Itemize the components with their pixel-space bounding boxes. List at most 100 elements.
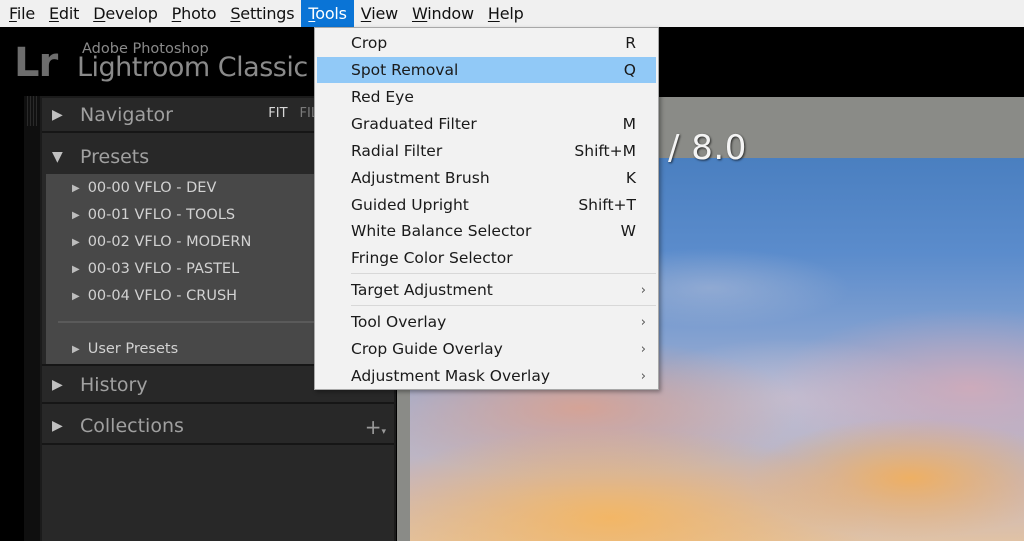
preset-folder[interactable]: ▶ 00-04 VFLO - CRUSH [72, 284, 237, 308]
expand-triangle-icon: ▶ [52, 418, 63, 434]
menu-label: indow [427, 4, 474, 23]
menu-label: ile [16, 4, 35, 23]
plus-glyph: + [364, 415, 382, 439]
user-presets-folder[interactable]: ▶ User Presets [72, 337, 178, 361]
menu-item-shortcut: R [625, 34, 636, 52]
collections-header[interactable]: ▶ Collections +▾ [42, 409, 394, 443]
menu-item-label: White Balance Selector [351, 222, 532, 240]
panel-resize-handle[interactable] [24, 96, 40, 541]
logo-product-name: Lightroom Classic [77, 52, 308, 83]
menu-label: ettings [240, 4, 295, 23]
expand-triangle-icon: ▶ [72, 290, 80, 302]
menu-accel: H [487, 4, 500, 23]
menu-item-radial-filter[interactable]: Radial Filter Shift+M [317, 138, 656, 164]
menu-item-label: Crop Guide Overlay [351, 340, 503, 358]
menu-item-shortcut: Shift+T [578, 196, 636, 214]
preset-folder[interactable]: ▶ 00-01 VFLO - TOOLS [72, 203, 235, 227]
expand-triangle-icon: ▶ [72, 236, 80, 248]
section-divider [42, 443, 394, 445]
preset-folder[interactable]: ▶ 00-02 VFLO - MODERN [72, 230, 251, 254]
menu-develop[interactable]: Develop [86, 0, 164, 27]
submenu-chevron-icon: › [640, 368, 646, 384]
menu-label: evelop [105, 4, 158, 23]
menu-label: hoto [181, 4, 217, 23]
expand-triangle-icon: ▶ [72, 263, 80, 275]
menu-item-label: Fringe Color Selector [351, 249, 513, 267]
menu-item-shortcut: K [625, 169, 636, 187]
preset-folder[interactable]: ▶ 00-00 VFLO - DEV [72, 176, 216, 200]
history-title: History [80, 374, 148, 396]
menu-item-shortcut: W [620, 222, 636, 240]
section-divider [42, 402, 394, 404]
menu-edit[interactable]: Edit [42, 0, 86, 27]
menu-separator [351, 273, 656, 274]
menu-item-label: Target Adjustment [351, 281, 493, 299]
menu-label: dit [58, 4, 80, 23]
menu-item-adjustment-brush[interactable]: Adjustment Brush K [317, 165, 656, 191]
menu-item-tool-overlay[interactable]: Tool Overlay › [317, 309, 656, 335]
menubar-divider [0, 27, 292, 30]
user-presets-label: User Presets [87, 341, 179, 357]
menu-label: ools [315, 4, 347, 23]
submenu-chevron-icon: › [640, 314, 646, 330]
menu-item-label: Crop [351, 34, 388, 52]
zoom-fit[interactable]: FIT [268, 106, 287, 121]
preset-folder[interactable]: ▶ 00-03 VFLO - PASTEL [72, 257, 239, 281]
expand-triangle-icon: ▶ [72, 343, 80, 355]
menu-item-crop[interactable]: Crop R [317, 30, 656, 56]
menu-item-label: Tool Overlay [351, 313, 447, 331]
expand-triangle-icon: ▶ [72, 182, 80, 194]
expand-triangle-icon: ▶ [52, 107, 63, 123]
preset-folder-label: 00-03 VFLO - PASTEL [87, 261, 240, 277]
menu-item-label: Spot Removal [351, 61, 459, 79]
menu-separator [351, 305, 656, 306]
menu-item-label: Red Eye [351, 88, 414, 106]
menu-item-guided-upright[interactable]: Guided Upright Shift+T [317, 192, 656, 218]
menu-item-adjustment-mask-overlay[interactable]: Adjustment Mask Overlay › [317, 363, 656, 389]
menu-settings[interactable]: Settings [223, 0, 301, 27]
expand-triangle-icon: ▶ [72, 209, 80, 221]
lightroom-logo-icon: Lr [14, 40, 58, 86]
menu-item-shortcut: M [622, 115, 636, 133]
tools-menu: Crop R Spot Removal Q Red Eye Graduated … [314, 27, 659, 390]
submenu-chevron-icon: › [640, 282, 646, 298]
menu-item-spot-removal[interactable]: Spot Removal Q [317, 57, 656, 83]
submenu-chevron-icon: › [640, 341, 646, 357]
dropdown-caret-icon: ▾ [381, 427, 386, 437]
menu-item-fringe-color-selector[interactable]: Fringe Color Selector [317, 245, 656, 271]
preset-folder-label: 00-02 VFLO - MODERN [87, 234, 252, 250]
menu-accel: W [411, 4, 428, 23]
menu-item-label: Adjustment Brush [351, 169, 490, 187]
presets-title: Presets [80, 146, 150, 168]
menu-item-graduated-filter[interactable]: Graduated Filter M [317, 111, 656, 137]
menu-accel: P [171, 4, 182, 23]
menu-item-label: Graduated Filter [351, 115, 477, 133]
menu-item-target-adjustment[interactable]: Target Adjustment › [317, 277, 656, 303]
menu-item-shortcut: Q [623, 61, 636, 79]
menu-accel: F [9, 4, 17, 23]
menu-label: iew [371, 4, 398, 23]
menu-file[interactable]: File [2, 0, 42, 27]
menu-accel: S [230, 4, 241, 23]
menu-help[interactable]: Help [481, 0, 531, 27]
preset-folder-label: 00-01 VFLO - TOOLS [87, 207, 236, 223]
menu-photo[interactable]: Photo [165, 0, 224, 27]
menu-item-white-balance-selector[interactable]: White Balance Selector W [317, 218, 656, 244]
menu-item-crop-guide-overlay[interactable]: Crop Guide Overlay › [317, 336, 656, 362]
menu-item-label: Radial Filter [351, 142, 443, 160]
preset-folder-label: 00-00 VFLO - DEV [87, 180, 217, 196]
menu-view[interactable]: View [354, 0, 405, 27]
photo-info-overlay: / 8.0 [668, 128, 747, 168]
navigator-title: Navigator [80, 104, 173, 126]
menu-accel: D [93, 4, 106, 23]
menu-window[interactable]: Window [405, 0, 481, 27]
menu-item-label: Adjustment Mask Overlay [351, 367, 551, 385]
menu-tools[interactable]: Tools [301, 0, 354, 27]
menu-accel: V [360, 4, 372, 23]
collapse-triangle-icon: ▼ [52, 149, 63, 165]
menu-item-label: Guided Upright [351, 196, 469, 214]
menu-item-red-eye[interactable]: Red Eye [317, 84, 656, 110]
preset-folder-label: 00-04 VFLO - CRUSH [87, 288, 238, 304]
menubar: File Edit Develop Photo Settings Tools V… [0, 0, 1024, 27]
add-collection-icon[interactable]: +▾ [365, 415, 386, 439]
